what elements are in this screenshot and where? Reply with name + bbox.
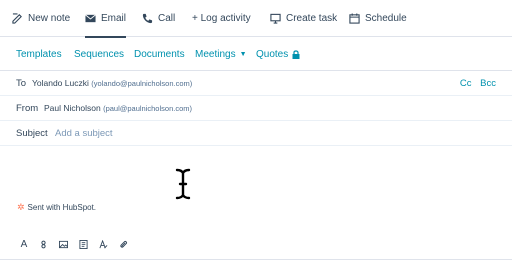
phone-icon xyxy=(142,13,153,24)
hubspot-sprocket-icon: ✲ xyxy=(17,202,25,212)
envelope-icon xyxy=(85,13,96,24)
tab-schedule[interactable]: Schedule xyxy=(349,0,407,37)
cc-link[interactable]: Cc xyxy=(460,78,472,89)
tab-label: Email xyxy=(101,13,127,24)
meetings-dropdown[interactable]: Meetings ▼ xyxy=(195,37,247,71)
to-recipient-name: Yolando Luczki xyxy=(32,78,89,88)
to-recipient-email: (yolando@paulnicholson.com) xyxy=(91,79,193,88)
cc-bcc-links: Cc Bcc xyxy=(454,78,496,89)
templates-link[interactable]: Templates xyxy=(16,37,62,71)
tab-email[interactable]: Email xyxy=(85,0,127,38)
subject-label: Subject xyxy=(16,127,48,139)
from-row: From Paul Nicholson (paul@paulnicholson.… xyxy=(0,96,512,121)
signature-text: Sent with HubSpot. xyxy=(27,203,97,212)
format-toolbar: A xyxy=(0,236,512,254)
font-style-button[interactable]: A xyxy=(18,236,30,252)
calendar-icon xyxy=(349,13,360,24)
monitor-icon xyxy=(270,13,281,24)
to-recipient[interactable]: Yolando Luczki (yolando@paulnicholson.co… xyxy=(32,78,192,88)
quotes-label: Quotes xyxy=(256,48,289,60)
email-tools-toolbar: Templates Sequences Documents Meetings ▼… xyxy=(0,37,512,71)
activity-tabs: New note Email Call + Log activity Creat… xyxy=(0,0,512,38)
subject-input[interactable]: Add a subject xyxy=(55,128,113,139)
clear-format-button[interactable] xyxy=(97,236,109,252)
insert-snippet-button[interactable] xyxy=(77,236,89,252)
to-row: To Yolando Luczki (yolando@paulnicholson… xyxy=(0,71,512,96)
quotes-link[interactable]: Quotes xyxy=(256,37,300,71)
documents-link[interactable]: Documents xyxy=(134,37,185,71)
clear-format-icon xyxy=(98,239,107,248)
attach-file-button[interactable] xyxy=(117,236,129,252)
link-icon xyxy=(40,240,46,248)
email-signature: ✲ Sent with HubSpot. xyxy=(17,202,96,213)
subject-row: Subject Add a subject xyxy=(0,121,512,146)
tab-new-note[interactable]: New note xyxy=(12,0,70,37)
from-sender-name: Paul Nicholson xyxy=(44,103,101,113)
bcc-link[interactable]: Bcc xyxy=(480,78,496,89)
font-icon: A xyxy=(20,238,28,250)
tab-label: Schedule xyxy=(365,13,407,24)
pencil-icon xyxy=(12,13,23,24)
tab-label: Call xyxy=(158,13,176,24)
to-label: To xyxy=(16,77,27,89)
from-label: From xyxy=(16,102,39,114)
tab-create-task[interactable]: Create task xyxy=(270,0,337,37)
tab-label: + Log activity xyxy=(192,13,251,24)
sequences-link[interactable]: Sequences xyxy=(74,37,124,71)
tab-label: Create task xyxy=(286,13,338,24)
tab-label: New note xyxy=(28,13,71,24)
from-sender[interactable]: Paul Nicholson (paul@paulnicholson.com) xyxy=(44,103,192,113)
tab-call[interactable]: Call xyxy=(142,0,175,37)
from-sender-email: (paul@paulnicholson.com) xyxy=(103,104,192,113)
insert-link-button[interactable] xyxy=(37,236,49,252)
insert-image-button[interactable] xyxy=(57,236,69,252)
bottom-divider xyxy=(0,259,512,260)
lock-icon xyxy=(292,49,300,59)
email-body-editor[interactable] xyxy=(0,147,512,227)
meetings-label: Meetings xyxy=(195,48,236,60)
snippet-icon xyxy=(78,239,88,249)
image-icon xyxy=(58,240,68,248)
caret-down-icon: ▼ xyxy=(239,50,247,58)
text-cursor-icon xyxy=(175,168,191,200)
paperclip-icon xyxy=(119,240,127,248)
tab-log-activity[interactable]: + Log activity xyxy=(192,0,251,37)
